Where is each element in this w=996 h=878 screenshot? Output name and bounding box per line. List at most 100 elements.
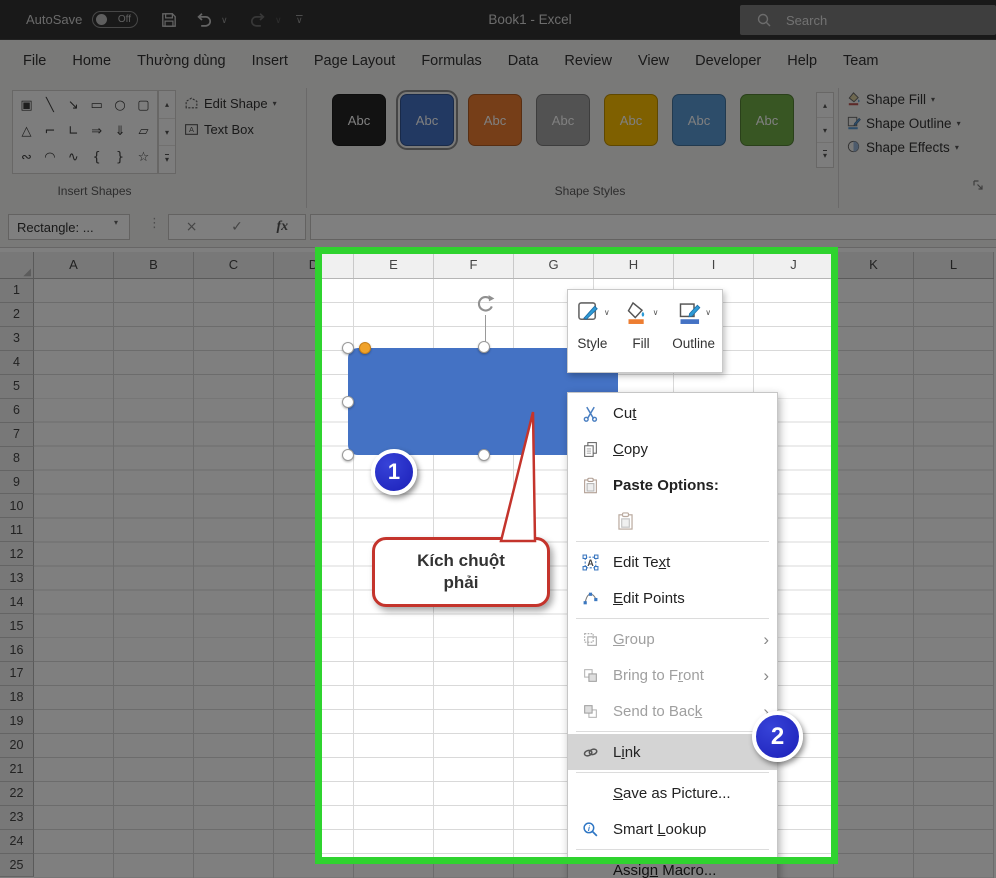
menu-item-link[interactable]: Link› [568, 734, 777, 770]
gallery-scrollbar[interactable]: ▴ ▾ ▾ [158, 90, 176, 174]
insert-shapes-gallery[interactable]: ▣╲↘▭○▢△⌐∟⇒⇓▱∾◠∿{}☆ [12, 90, 158, 174]
shape-glyph[interactable]: ⌐ [39, 123, 60, 141]
column-header-f[interactable]: F [434, 252, 514, 278]
undo-icon[interactable] [195, 11, 213, 29]
row-header-14[interactable]: 14 [0, 590, 34, 614]
gallery-more-icon[interactable]: ▾ [159, 146, 175, 173]
tab-view[interactable]: View [625, 40, 682, 83]
row-header-23[interactable]: 23 [0, 806, 34, 830]
shape-style-tile-2[interactable]: Abc [400, 94, 454, 146]
edit-shape-button[interactable]: Edit Shape ▾ [184, 92, 277, 114]
menu-item-assign-macro[interactable]: Assign Macro... [568, 852, 777, 878]
tab-home[interactable]: Home [59, 40, 124, 83]
scroll-down-icon[interactable]: ▾ [817, 118, 833, 143]
tab-insert[interactable]: Insert [239, 40, 301, 83]
tab-file[interactable]: File [10, 40, 59, 83]
row-header-10[interactable]: 10 [0, 494, 34, 518]
tab-th-ng-d-ng[interactable]: Thường dùng [124, 40, 239, 83]
column-header-l[interactable]: L [914, 252, 994, 278]
insert-function-icon[interactable]: fx [276, 219, 288, 235]
style-button[interactable]: ∨Style [575, 299, 610, 372]
row-header-15[interactable]: 15 [0, 614, 34, 638]
shape-glyph[interactable]: ▢ [133, 97, 154, 115]
tab-data[interactable]: Data [495, 40, 552, 83]
shape-glyph[interactable]: ⇒ [86, 123, 107, 141]
dialog-launcher-icon[interactable] [972, 178, 984, 190]
shape-effects-button[interactable]: Shape Effects▾ [846, 136, 961, 159]
shape-glyph[interactable]: ▣ [16, 97, 37, 115]
select-all-button[interactable]: ◢ [0, 252, 34, 279]
shape-glyph[interactable]: ▱ [133, 123, 154, 141]
row-header-1[interactable]: 1 [0, 279, 34, 303]
shape-glyph[interactable]: ▭ [86, 97, 107, 115]
row-header-24[interactable]: 24 [0, 830, 34, 854]
gallery-more-icon[interactable]: ▾ [817, 143, 833, 167]
cancel-icon[interactable]: × [186, 219, 198, 235]
shape-glyph[interactable]: ◠ [39, 149, 60, 167]
shape-glyph[interactable]: ∟ [63, 123, 84, 141]
rotate-handle-icon[interactable] [474, 293, 497, 316]
formula-bar-grip[interactable]: ⋮ [148, 215, 161, 231]
enter-icon[interactable]: ✓ [231, 219, 243, 235]
search-box[interactable] [740, 5, 996, 35]
resize-handle-top-middle[interactable] [478, 341, 490, 353]
tab-help[interactable]: Help [774, 40, 830, 83]
text-box-button[interactable]: A Text Box [184, 118, 254, 140]
paste-option-button[interactable] [568, 503, 777, 539]
gallery-scrollbar[interactable]: ▴ ▾ ▾ [816, 92, 834, 168]
scroll-up-icon[interactable]: ▴ [159, 91, 175, 119]
row-header-25[interactable]: 25 [0, 854, 34, 878]
scroll-down-icon[interactable]: ▾ [159, 119, 175, 147]
row-header-19[interactable]: 19 [0, 710, 34, 734]
column-header-h[interactable]: H [594, 252, 674, 278]
name-box[interactable]: Rectangle: ... [8, 214, 130, 240]
autosave-toggle[interactable]: Off [92, 11, 138, 28]
row-header-18[interactable]: 18 [0, 686, 34, 710]
resize-handle-middle-left[interactable] [342, 396, 354, 408]
menu-item-smart-lookup[interactable]: iSmart Lookup [568, 811, 777, 847]
formula-input[interactable] [310, 214, 996, 240]
save-icon[interactable] [160, 11, 178, 29]
scroll-up-icon[interactable]: ▴ [817, 93, 833, 118]
row-header-21[interactable]: 21 [0, 758, 34, 782]
chevron-down-icon[interactable]: ∨ [221, 16, 228, 26]
column-header-i[interactable]: I [674, 252, 754, 278]
row-header-8[interactable]: 8 [0, 447, 34, 471]
shape-style-tile-4[interactable]: Abc [536, 94, 590, 146]
row-header-4[interactable]: 4 [0, 351, 34, 375]
row-header-16[interactable]: 16 [0, 638, 34, 662]
shape-glyph[interactable]: { [86, 149, 107, 167]
tab-team[interactable]: Team [830, 40, 891, 83]
shape-glyph[interactable]: ☆ [133, 149, 154, 167]
column-header-e[interactable]: E [354, 252, 434, 278]
row-header-22[interactable]: 22 [0, 782, 34, 806]
tab-developer[interactable]: Developer [682, 40, 774, 83]
menu-item-save-as-picture[interactable]: Save as Picture... [568, 775, 777, 811]
shape-style-tile-7[interactable]: Abc [740, 94, 794, 146]
tab-review[interactable]: Review [551, 40, 625, 83]
row-header-6[interactable]: 6 [0, 399, 34, 423]
column-header-a[interactable]: A [34, 252, 114, 278]
shape-glyph[interactable]: △ [16, 123, 37, 141]
row-header-20[interactable]: 20 [0, 734, 34, 758]
shape-style-tile-1[interactable]: Abc [332, 94, 386, 146]
shape-glyph[interactable]: ∿ [63, 149, 84, 167]
column-header-c[interactable]: C [194, 252, 274, 278]
shape-glyph[interactable]: } [110, 149, 131, 167]
tab-formulas[interactable]: Formulas [408, 40, 494, 83]
outline-button[interactable]: ∨Outline [672, 299, 715, 372]
menu-item-paste-options[interactable]: Paste Options: [568, 467, 777, 503]
shape-outline-button[interactable]: Shape Outline▾ [846, 112, 961, 135]
shape-glyph[interactable]: ╲ [39, 97, 60, 115]
shape-style-tile-3[interactable]: Abc [468, 94, 522, 146]
column-header-b[interactable]: B [114, 252, 194, 278]
row-header-3[interactable]: 3 [0, 327, 34, 351]
customize-toolbar-icon[interactable]: ∨ [296, 16, 303, 26]
column-header-g[interactable]: G [514, 252, 594, 278]
shape-glyph[interactable]: ∾ [16, 149, 37, 167]
row-header-2[interactable]: 2 [0, 303, 34, 327]
shape-style-tile-6[interactable]: Abc [672, 94, 726, 146]
row-header-9[interactable]: 9 [0, 471, 34, 495]
row-header-7[interactable]: 7 [0, 423, 34, 447]
resize-handle-bottom-left[interactable] [342, 449, 354, 461]
